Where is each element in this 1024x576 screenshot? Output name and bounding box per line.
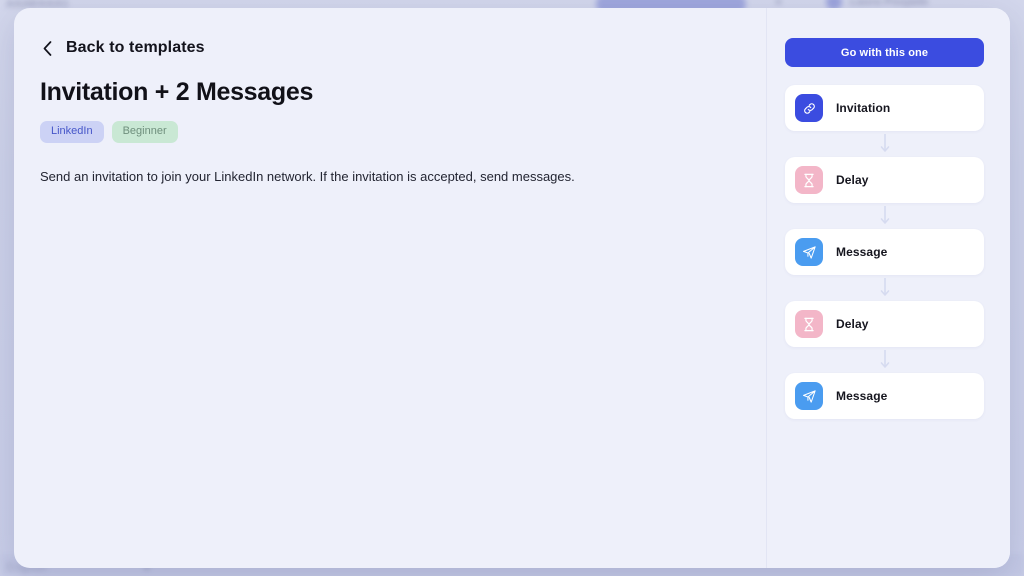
step-label: Message xyxy=(836,389,888,403)
arrow-down-icon xyxy=(785,131,984,157)
paper-plane-icon xyxy=(795,238,823,266)
chevron-left-icon xyxy=(40,38,54,58)
step-label: Delay xyxy=(836,317,869,331)
back-to-templates-label: Back to templates xyxy=(66,39,205,56)
steps-list: Invitation Delay Message Delay Message xyxy=(785,85,984,419)
arrow-down-icon xyxy=(785,347,984,373)
step-card-message-2[interactable]: Message xyxy=(785,373,984,419)
step-label: Delay xyxy=(836,173,869,187)
template-steps-panel: Go with this one Invitation Delay Messag… xyxy=(766,8,1010,568)
step-label: Message xyxy=(836,245,888,259)
step-card-invitation[interactable]: Invitation xyxy=(785,85,984,131)
template-detail-main: Back to templates Invitation + 2 Message… xyxy=(14,8,766,568)
page-title: Invitation + 2 Messages xyxy=(40,78,314,106)
step-label: Invitation xyxy=(836,101,891,115)
step-card-delay-1[interactable]: Delay xyxy=(785,157,984,203)
hourglass-icon xyxy=(795,310,823,338)
badge-channel: LinkedIn xyxy=(40,121,104,143)
arrow-down-icon xyxy=(785,275,984,301)
hourglass-icon xyxy=(795,166,823,194)
step-card-message-1[interactable]: Message xyxy=(785,229,984,275)
step-card-delay-2[interactable]: Delay xyxy=(785,301,984,347)
badge-list: LinkedIn Beginner xyxy=(40,121,740,143)
template-description: Send an invitation to join your LinkedIn… xyxy=(40,169,575,184)
paper-plane-icon xyxy=(795,382,823,410)
back-to-templates-button[interactable]: Back to templates xyxy=(40,38,205,58)
link-icon xyxy=(795,94,823,122)
background-username: Laura Poujade xyxy=(850,0,929,8)
arrow-down-icon xyxy=(785,203,984,229)
badge-level: Beginner xyxy=(111,121,178,143)
background-chevron-down-icon: ▾ xyxy=(776,0,782,8)
template-detail-modal: Back to templates Invitation + 2 Message… xyxy=(14,8,1010,568)
go-with-this-one-button[interactable]: Go with this one xyxy=(785,38,984,67)
